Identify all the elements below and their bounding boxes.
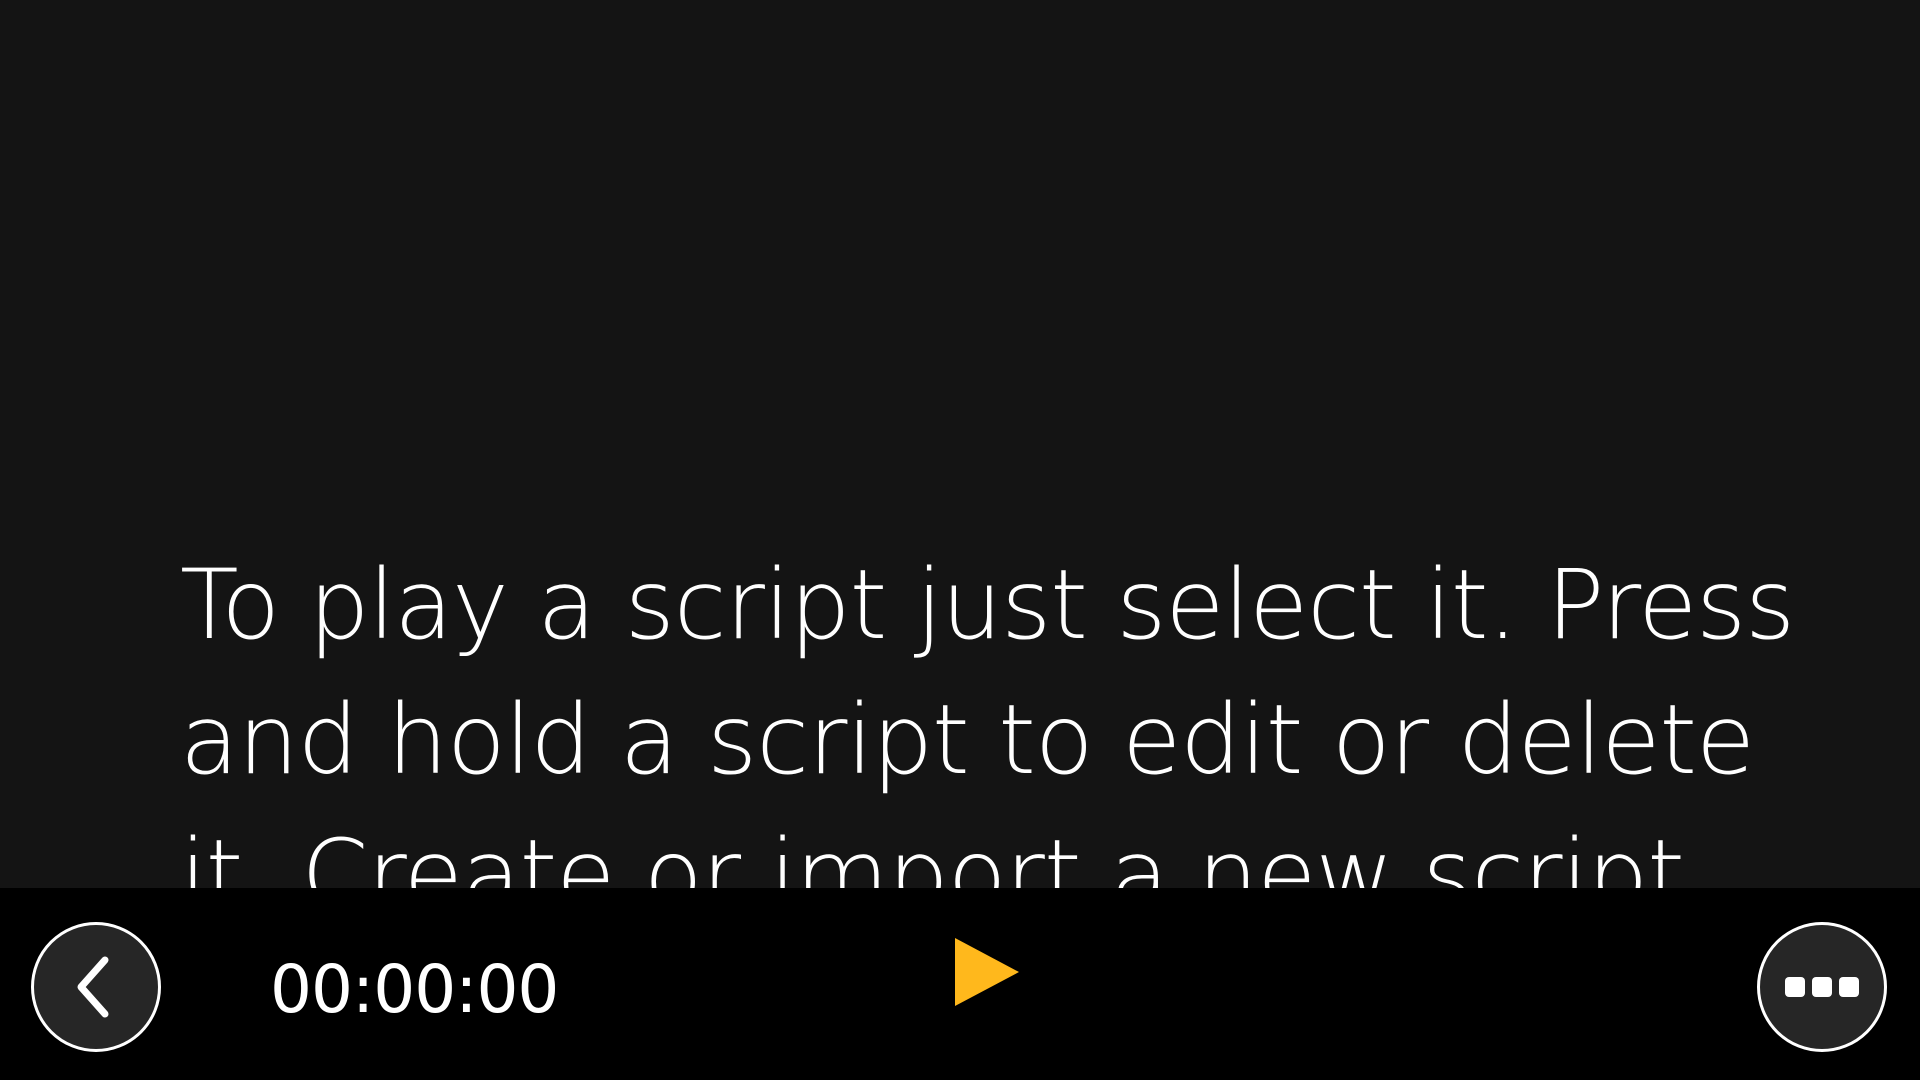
empty-state-instructions: To play a script just select it. Press a… xyxy=(180,549,1795,888)
more-options-button[interactable] xyxy=(1757,922,1887,1052)
bottom-toolbar: 00:00:00 xyxy=(0,888,1920,1080)
play-button[interactable] xyxy=(946,932,1028,1012)
timecode-display: 00:00:00 xyxy=(270,951,559,1028)
teleprompter-screen: To play a script just select it. Press a… xyxy=(0,0,1920,1080)
play-icon xyxy=(955,938,1019,1006)
script-list-area: To play a script just select it. Press a… xyxy=(0,0,1920,888)
chevron-left-icon xyxy=(77,956,109,1018)
more-horizontal-icon xyxy=(1785,977,1859,997)
back-button[interactable] xyxy=(31,922,161,1052)
